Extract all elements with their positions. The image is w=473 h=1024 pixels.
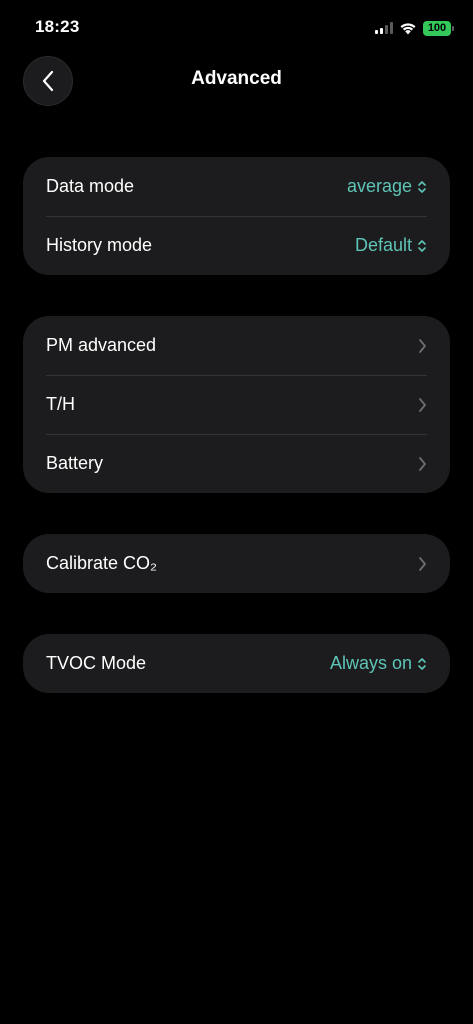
chevron-right-icon xyxy=(417,556,427,572)
history-mode-row[interactable]: History mode Default xyxy=(23,216,450,275)
status-bar: 18:23 100 xyxy=(0,0,473,56)
pm-advanced-label: PM advanced xyxy=(46,335,157,355)
tvoc-mode-label: TVOC Mode xyxy=(46,653,147,673)
calibration-group: Calibrate CO₂ xyxy=(23,534,450,593)
status-icons: 100 xyxy=(375,19,454,37)
sensor-settings-group: PM advanced T/H Battery xyxy=(23,316,450,493)
data-mode-row[interactable]: Data mode average xyxy=(23,157,450,216)
up-down-chevron-icon xyxy=(417,179,427,195)
display-settings-group: Data mode average History mode Default xyxy=(23,157,450,275)
battery-label: Battery xyxy=(46,453,104,473)
calibrate-co2-row[interactable]: Calibrate CO₂ xyxy=(23,534,450,593)
chevron-right-icon xyxy=(417,338,427,354)
tvoc-mode-row[interactable]: TVOC Mode Always on xyxy=(23,634,450,693)
wifi-icon xyxy=(399,22,417,35)
cellular-signal-icon xyxy=(375,22,393,34)
calibrate-co2-label: Calibrate CO₂ xyxy=(46,553,158,573)
page-title: Advanced xyxy=(191,68,282,89)
chevron-right-icon xyxy=(417,397,427,413)
data-mode-value: average xyxy=(346,176,412,196)
tvoc-group: TVOC Mode Always on xyxy=(23,634,450,693)
pm-advanced-row[interactable]: PM advanced xyxy=(23,316,450,375)
tvoc-mode-select[interactable]: Always on xyxy=(330,653,427,674)
data-mode-label: Data mode xyxy=(46,176,135,196)
up-down-chevron-icon xyxy=(417,238,427,254)
th-label: T/H xyxy=(46,394,75,414)
battery-row[interactable]: Battery xyxy=(23,434,450,493)
nav-header: Advanced xyxy=(0,54,473,106)
history-mode-label: History mode xyxy=(46,235,153,255)
tvoc-mode-value: Always on xyxy=(329,653,412,673)
battery-level: 100 xyxy=(427,22,447,34)
status-time: 18:23 xyxy=(35,17,80,36)
th-row[interactable]: T/H xyxy=(23,375,450,434)
history-mode-value: Default xyxy=(354,235,412,255)
data-mode-select[interactable]: average xyxy=(347,176,427,197)
chevron-right-icon xyxy=(417,456,427,472)
battery-icon: 100 xyxy=(423,20,454,36)
history-mode-select[interactable]: Default xyxy=(355,235,427,256)
up-down-chevron-icon xyxy=(417,656,427,672)
